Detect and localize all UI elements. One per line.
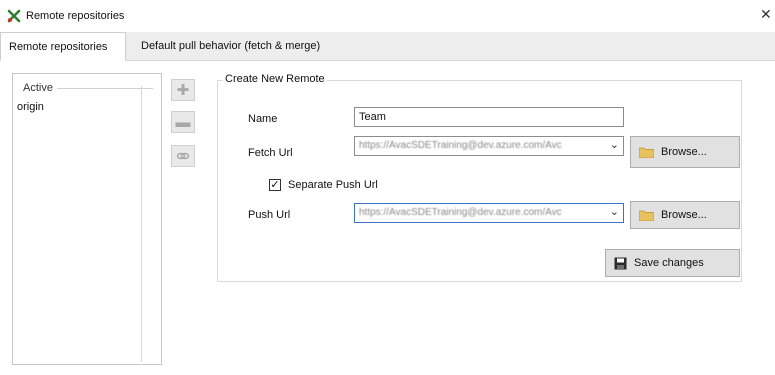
chevron-down-icon: ⌄	[609, 206, 619, 218]
separate-push-checkbox[interactable]: ✓	[269, 179, 281, 191]
window-title: Remote repositories	[26, 10, 125, 22]
push-url-value: https://AvacSDETraining@dev.azure.com/Av…	[359, 207, 562, 218]
tab-default-pull-behavior[interactable]: Default pull behavior (fetch & merge)	[133, 32, 363, 60]
tab-remote-repositories[interactable]: Remote repositories	[0, 32, 126, 61]
push-url-combo[interactable]: https://AvacSDETraining@dev.azure.com/Av…	[354, 203, 624, 223]
save-changes-label: Save changes	[634, 257, 704, 269]
browse-label: Browse...	[661, 209, 707, 221]
fetch-url-combo[interactable]: https://AvacSDETraining@dev.azure.com/Av…	[354, 136, 624, 156]
fetch-browse-button[interactable]: Browse...	[630, 136, 740, 168]
name-label: Name	[248, 113, 278, 125]
remotes-list[interactable]: Active origin	[12, 73, 162, 365]
plus-icon: ✚	[176, 82, 190, 99]
push-browse-button[interactable]: Browse...	[630, 201, 740, 229]
title-bar: Remote repositories ✕	[0, 0, 775, 32]
save-changes-button[interactable]: Save changes	[605, 249, 740, 277]
toggle-remote-button[interactable]	[171, 145, 195, 167]
list-divider	[141, 86, 142, 362]
fetch-url-label: Fetch Url	[248, 147, 293, 159]
name-field[interactable]	[354, 107, 624, 127]
group-divider	[57, 88, 153, 89]
browse-label: Browse...	[661, 146, 707, 158]
chevron-down-icon: ⌄	[609, 139, 619, 151]
folder-icon	[639, 147, 654, 158]
remove-remote-button[interactable]: ▬	[171, 111, 195, 133]
minus-icon: ▬	[175, 113, 191, 131]
save-icon	[614, 257, 627, 269]
list-group-header: Active	[23, 82, 53, 94]
link-icon	[176, 152, 190, 160]
create-remote-group: Create New Remote Name Fetch Url https:/…	[217, 73, 742, 282]
folder-icon	[639, 210, 654, 221]
add-remote-button[interactable]: ✚	[171, 79, 195, 101]
push-url-label: Push Url	[248, 209, 291, 221]
fetch-url-value: https://AvacSDETraining@dev.azure.com/Av…	[359, 140, 562, 151]
separate-push-label: Separate Push Url	[288, 179, 378, 191]
group-legend: Create New Remote	[223, 73, 327, 85]
git-extensions-icon	[7, 9, 21, 23]
list-item[interactable]: origin	[17, 101, 44, 113]
close-icon[interactable]: ✕	[760, 6, 772, 23]
tab-strip: Remote repositories Default pull behavio…	[0, 32, 775, 61]
